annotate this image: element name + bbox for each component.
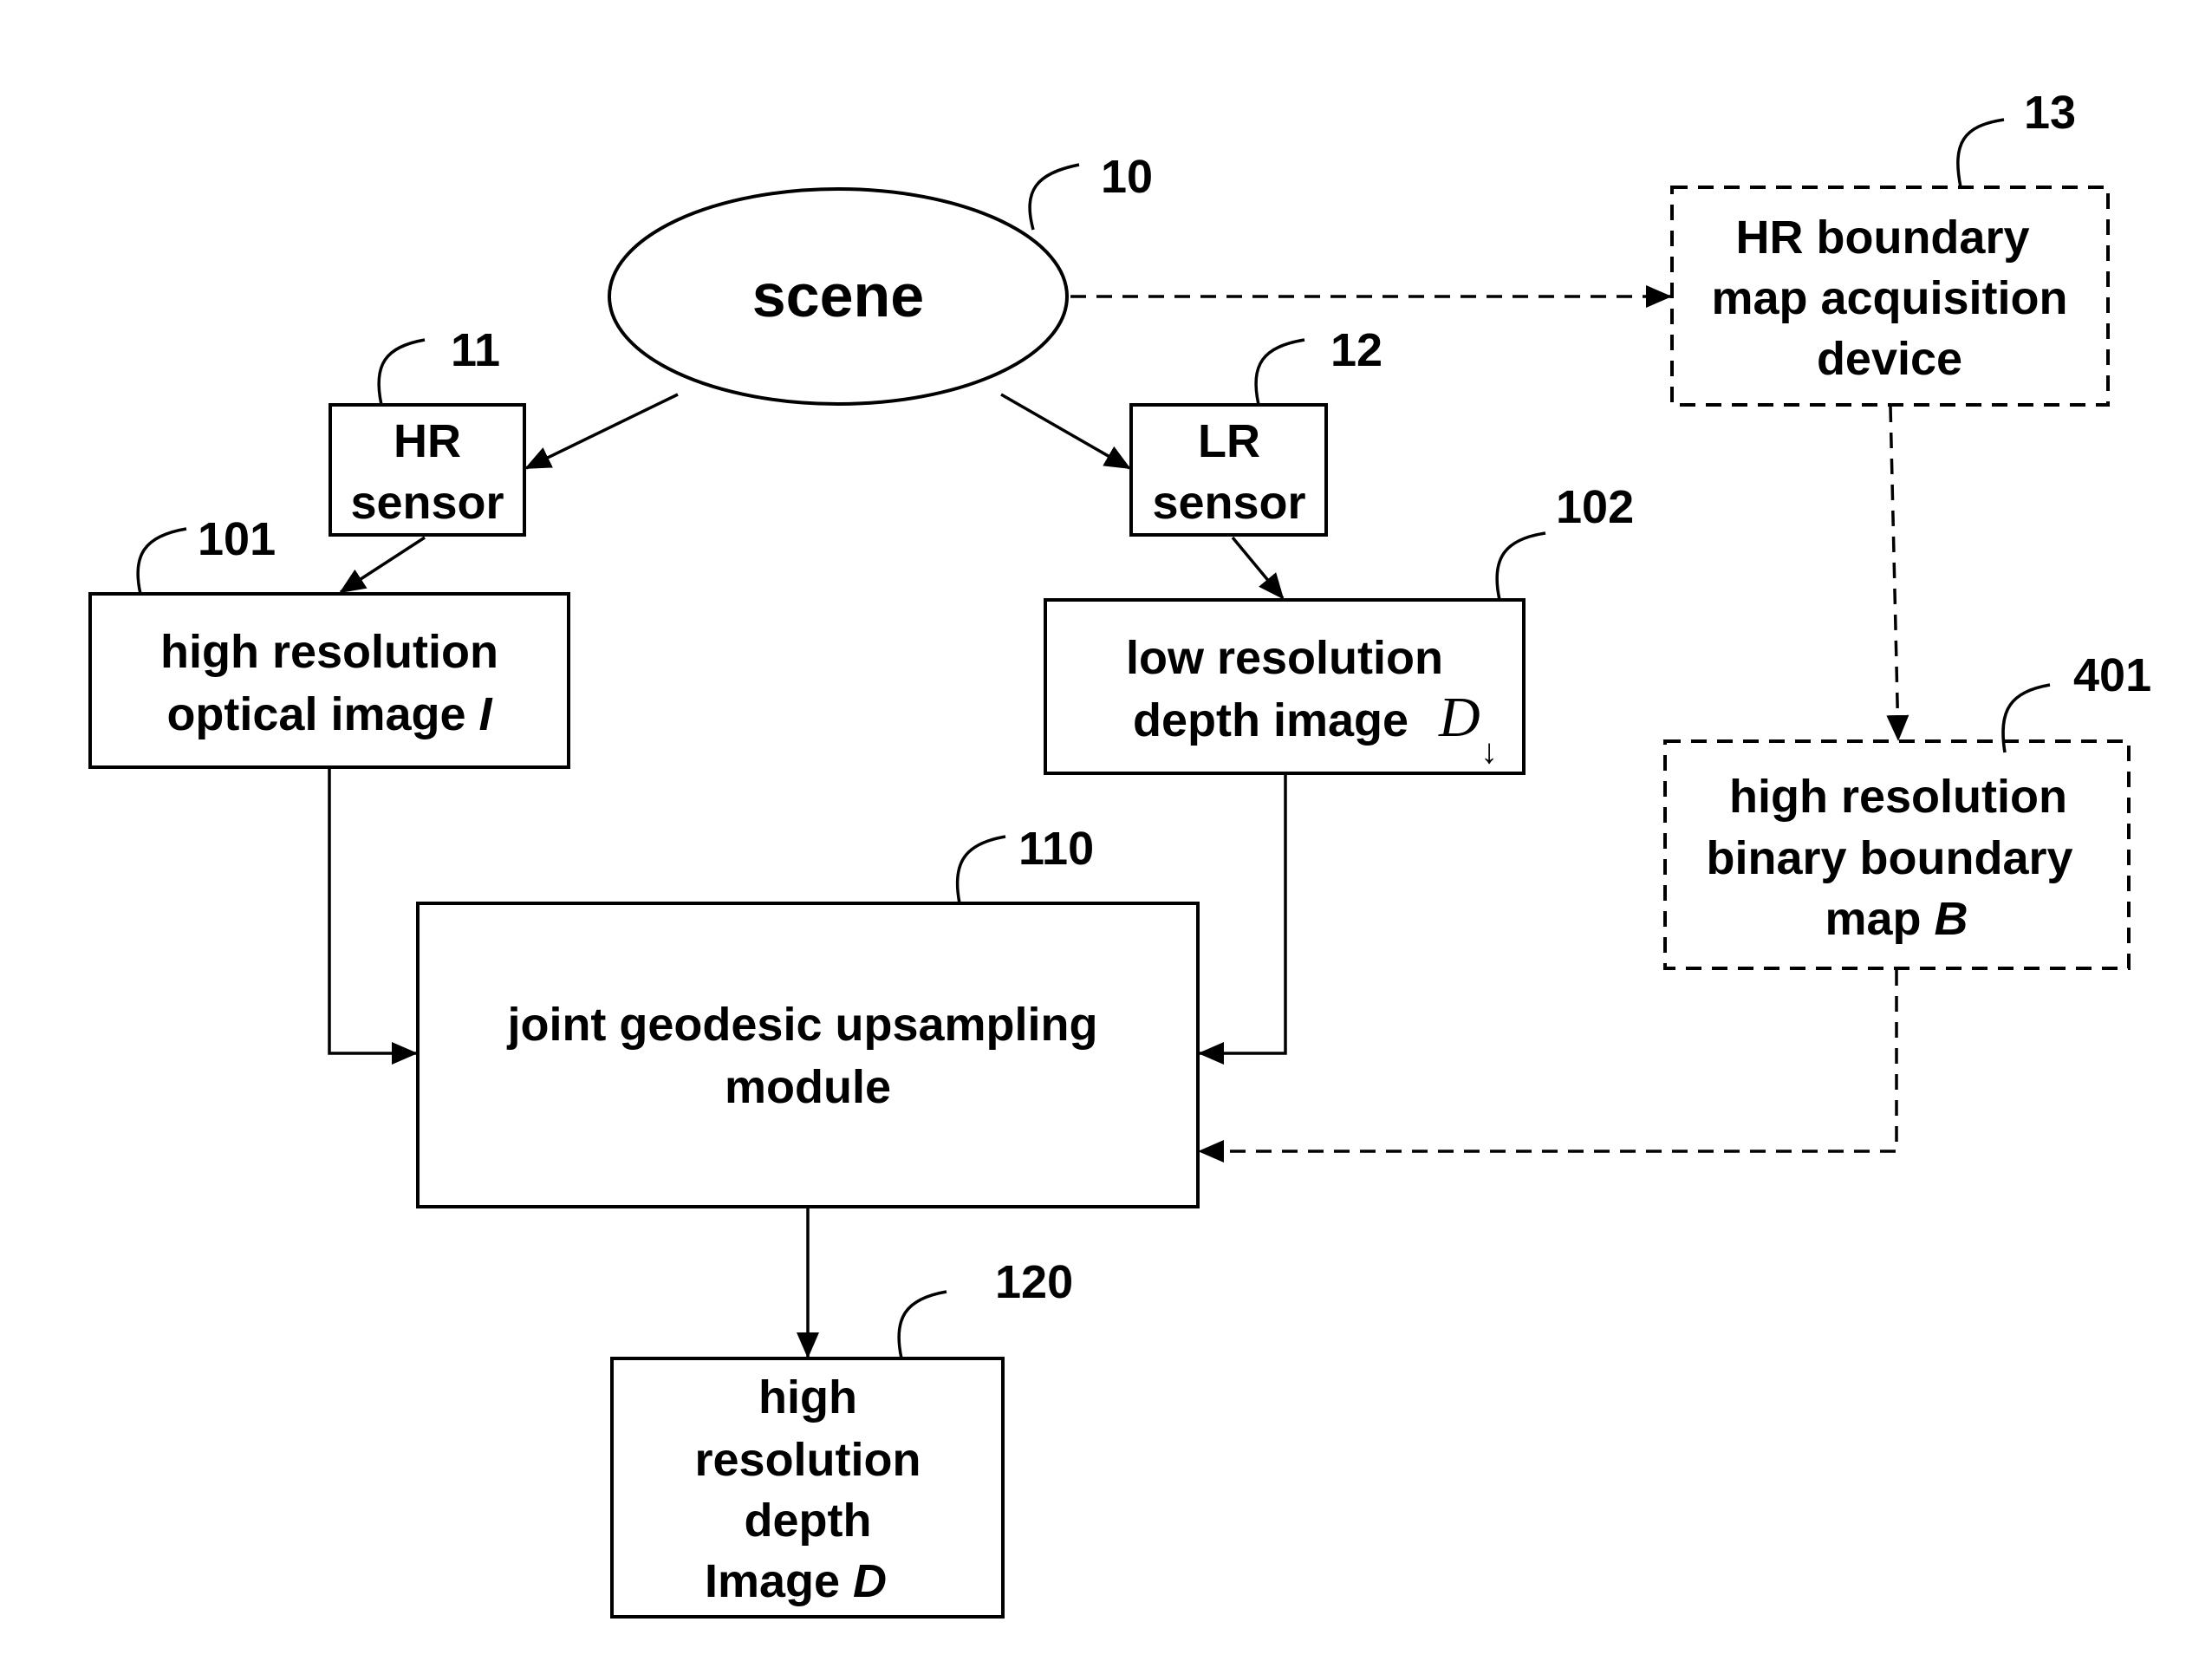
node-hr-depth-image: high resolution depth Image D [610,1357,1005,1619]
hr-depth-image-line-1: high [758,1371,857,1423]
hr-binary-boundary-line-3: map B [1825,893,1968,945]
ref-label-11: 11 [451,324,500,376]
edge-scene-to-lr-sensor [1000,393,1131,470]
hr-sensor-line-2: sensor [350,477,504,529]
lr-sensor-line-2: sensor [1152,477,1305,529]
ref-11: 11 [377,324,500,406]
ref-102: 102 [1495,481,1634,601]
hr-depth-image-line-3: depth [745,1495,872,1547]
hr-depth-image-line-2: resolution [694,1434,921,1486]
hr-depth-image-line-4: Image D [705,1555,887,1607]
depth-symbol-D: D [1438,686,1480,749]
ref-label-101: 101 [198,513,276,565]
edge-hr-sensor-to-hr-optical-image [339,536,426,594]
edge-hr-boundary-device-to-hr-binary-boundary [1886,406,1909,741]
hr-boundary-device-line-3: device [1817,333,1962,385]
ref-110: 110 [955,823,1094,904]
scene-label: scene [752,262,924,329]
edge-hr-binary-boundary-to-joint-upsampling [1198,970,1898,1163]
edge-scene-to-hr-sensor [524,393,679,470]
ref-10: 10 [1028,151,1153,231]
hr-boundary-device-line-1: HR boundary [1735,212,2029,264]
hr-optical-image-line-1: high resolution [160,626,498,678]
joint-upsampling-line-1: joint geodesic upsampling [506,999,1097,1051]
node-scene: scene [608,187,1069,406]
node-joint-upsampling: joint geodesic upsampling module [416,902,1200,1208]
edge-hr-optical-image-to-joint-upsampling [328,769,418,1065]
lr-sensor-line-1: LR [1198,415,1260,467]
lr-depth-image-line-2: depth image [1133,694,1409,746]
node-hr-binary-boundary: high resolution binary boundary map B [1663,739,2131,970]
ref-label-110: 110 [1018,823,1094,875]
ref-label-120: 120 [995,1256,1073,1308]
node-hr-boundary-device: HR boundary map acquisition device [1670,186,2110,407]
hr-sensor-line-1: HR [394,415,461,467]
ref-label-102: 102 [1556,481,1634,533]
ref-12: 12 [1254,324,1382,406]
ref-label-401: 401 [2073,649,2151,701]
ref-120: 120 [897,1256,1073,1359]
hr-optical-image-line-2: optical image I [166,688,492,740]
ref-101: 101 [136,513,276,595]
ref-label-12: 12 [1330,324,1382,376]
ref-401: 401 [2001,649,2151,753]
edge-lr-depth-image-to-joint-upsampling [1198,775,1287,1065]
node-lr-sensor: LR sensor [1129,403,1328,537]
hr-binary-boundary-line-2: binary boundary [1706,832,2072,884]
downsample-arrow-icon: ↓ [1480,732,1498,771]
hr-boundary-device-line-2: map acquisition [1711,272,2067,324]
node-hr-optical-image: high resolution optical image I [88,592,570,769]
node-lr-depth-image: low resolution depth image D ↓ [1044,598,1526,775]
ref-label-13: 13 [2024,87,2076,139]
block-diagram: scene 10 HR sensor 11 LR sensor 12 HR bo… [88,87,2151,1619]
ref-13: 13 [1956,87,2076,188]
node-hr-sensor: HR sensor [329,403,526,537]
lr-depth-image-line-1: low resolution [1126,632,1443,684]
ref-label-10: 10 [1101,151,1153,203]
hr-binary-boundary-line-1: high resolution [1729,771,2067,823]
joint-upsampling-line-2: module [725,1061,891,1113]
edge-lr-sensor-to-lr-depth-image [1231,536,1285,600]
